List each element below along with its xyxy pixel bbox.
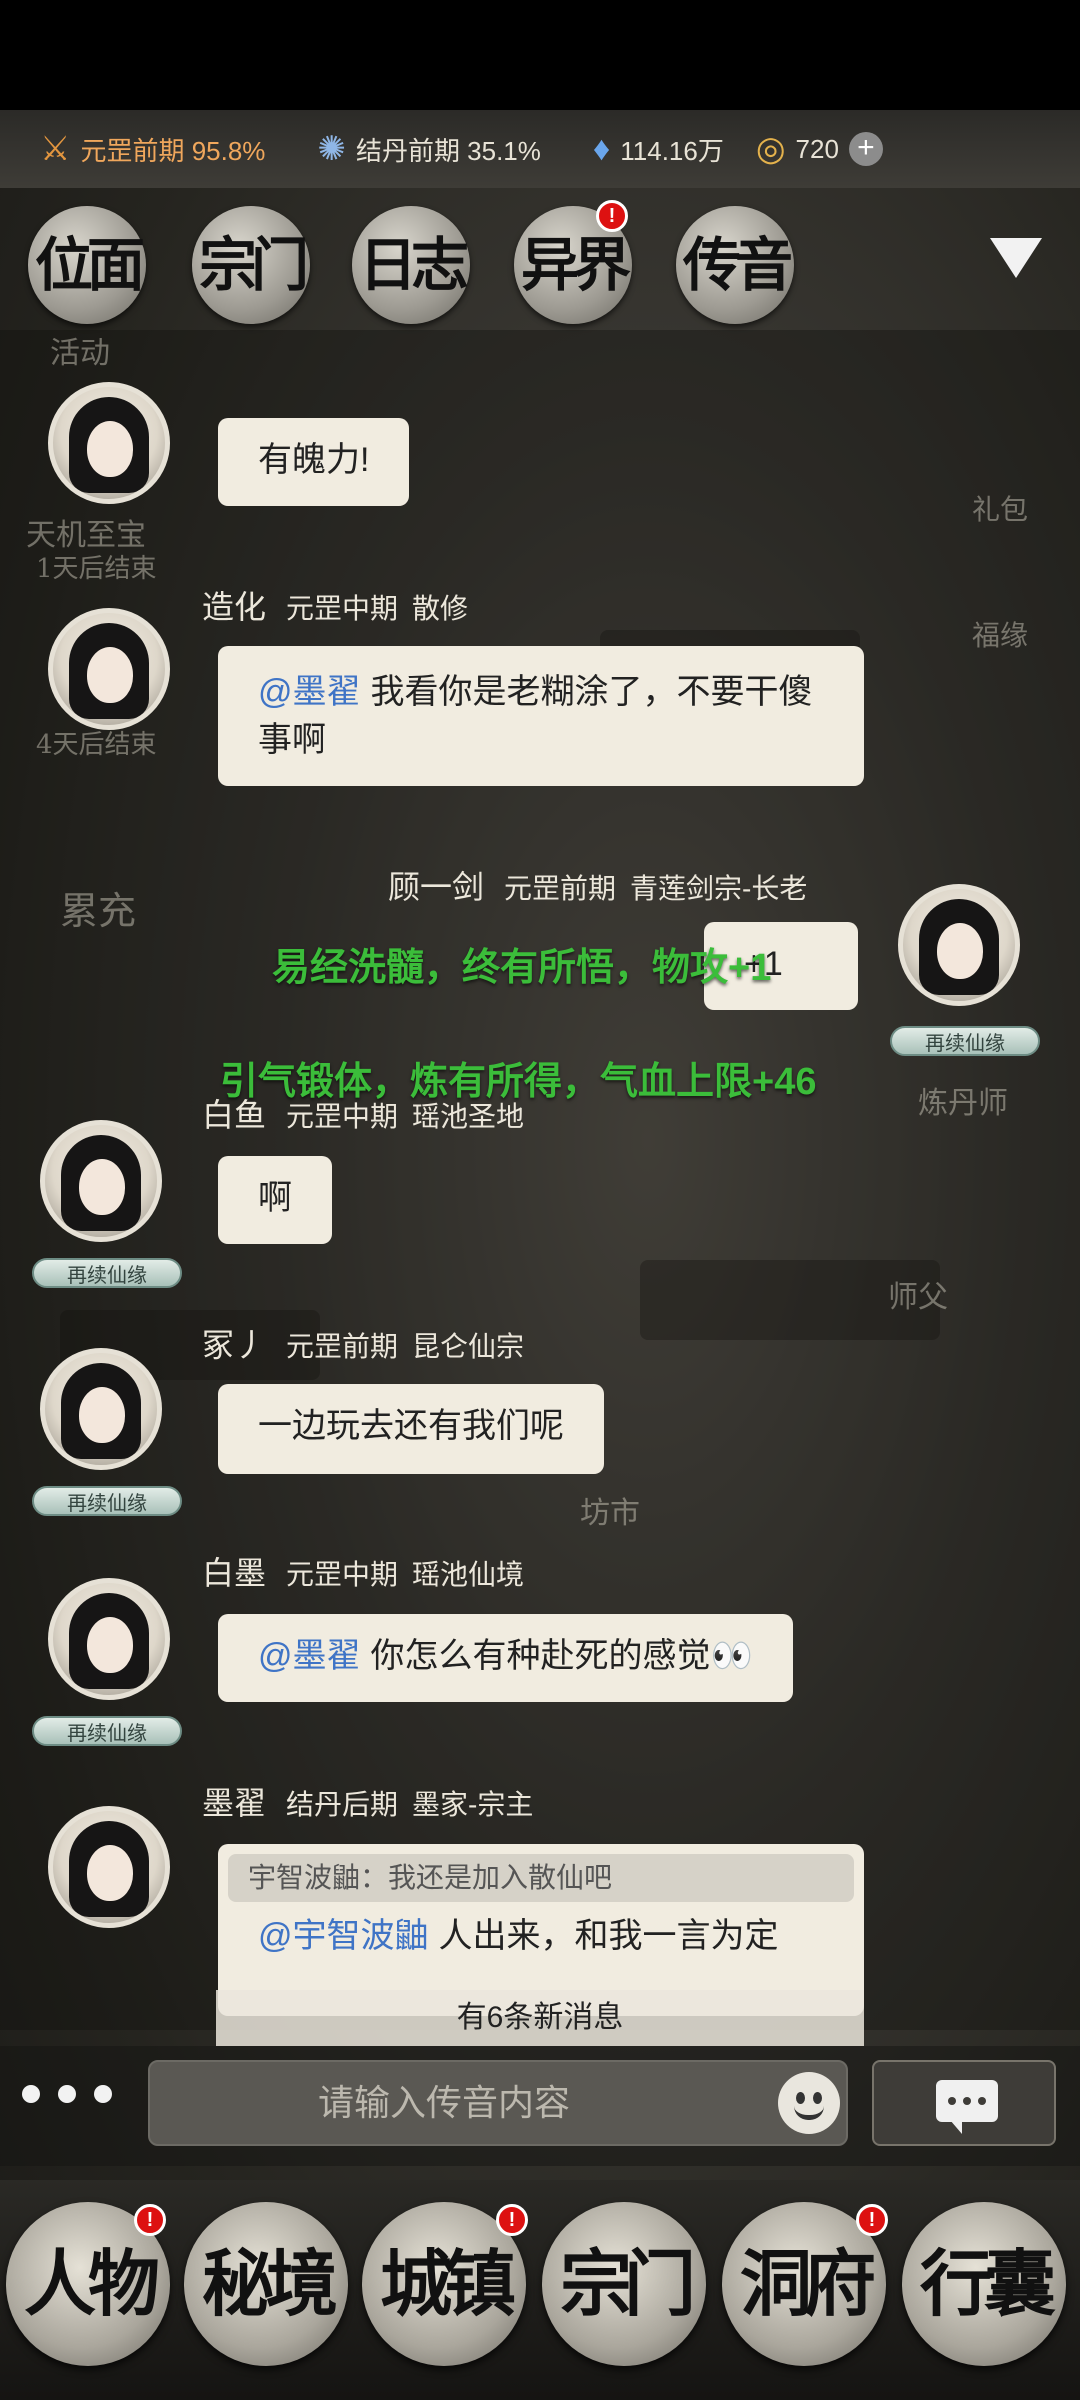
send-button[interactable]: [872, 2060, 1056, 2146]
message-meta: 白墨 元罡中期 瑶池仙境: [202, 1555, 525, 1591]
tab-log[interactable]: 日志: [352, 206, 470, 324]
notification-badge: !: [496, 2204, 528, 2236]
activity-label: 活动: [50, 336, 110, 371]
notification-badge: !: [596, 200, 628, 232]
chat-panel: [0, 330, 1080, 2030]
collapse-arrow-icon[interactable]: [990, 238, 1042, 278]
title-ribbon: 再续仙缘: [32, 1716, 182, 1746]
core-progress: ✺ 结丹前期 35.1%: [317, 130, 541, 168]
title-ribbon: 再续仙缘: [32, 1486, 182, 1516]
message-bubble: @墨翟 我看你是老糊涂了，不要干傻事啊: [218, 646, 864, 786]
emoji-icon[interactable]: [778, 2072, 840, 2134]
quoted-message: 宇智波鼬：我还是加入散仙吧: [228, 1854, 854, 1902]
recharge-label: 累充: [60, 889, 137, 933]
chat-channel-tabs: 位面 宗门 日志 异界 ! 传音: [0, 200, 1080, 330]
sword-icon: ⚔: [40, 130, 71, 168]
nav-secret-realm[interactable]: 秘境: [184, 2202, 348, 2366]
message-bubble: 有魄力!: [218, 418, 410, 506]
fortune-label: 福缘: [972, 619, 1029, 652]
gold-currency: ◎ 720 +: [756, 129, 883, 169]
bottom-navigation: 人物 ! 秘境 城镇 ! 宗门 洞府 ! 行囊: [0, 2180, 1080, 2400]
tianji-end-label: 1天后结束: [36, 554, 157, 584]
tab-plane[interactable]: 位面: [28, 206, 146, 324]
avatar[interactable]: [40, 1348, 162, 1470]
chat-bubble-icon: [936, 2080, 998, 2134]
gift-label: 礼包: [972, 493, 1029, 526]
avatar[interactable]: [48, 1806, 170, 1928]
crystal-icon: ♦: [592, 129, 611, 168]
avatar[interactable]: [40, 1120, 162, 1242]
spirit-stones: ♦ 114.16万: [592, 129, 724, 168]
market-label: 坊市: [580, 1496, 640, 1531]
more-options-icon[interactable]: [22, 2085, 112, 2103]
message-meta: 顾一剑 元罡前期 青莲剑宗-长老: [388, 869, 808, 905]
master-label: 师父: [888, 1280, 948, 1315]
nav-sect[interactable]: 宗门: [542, 2202, 706, 2366]
alchemist-label: 炼丹师: [918, 1086, 1008, 1121]
avatar[interactable]: [48, 608, 170, 730]
status-bar-area: [0, 0, 1080, 110]
coin-icon: ◎: [755, 130, 786, 168]
realm-progress: ⚔ 元罡前期 95.8%: [40, 130, 266, 168]
message-meta: 冢丿 元罡前期 昆仑仙宗: [202, 1327, 525, 1363]
notification-badge: !: [134, 2204, 166, 2236]
tab-transmission[interactable]: 传音: [676, 206, 794, 324]
avatar[interactable]: [48, 1578, 170, 1700]
message-input[interactable]: 请输入传音内容: [148, 2060, 848, 2146]
message-bubble: 啊: [218, 1156, 332, 1244]
message-meta: 白鱼 元罡中期 瑶池圣地: [202, 1097, 525, 1133]
avatar[interactable]: [48, 382, 170, 504]
notification-badge: !: [856, 2204, 888, 2236]
message-meta: 墨翟 结丹后期 墨家-宗主: [202, 1785, 534, 1821]
tab-sect[interactable]: 宗门: [192, 206, 310, 324]
avatar[interactable]: [898, 884, 1020, 1006]
title-ribbon: 再续仙缘: [890, 1026, 1040, 1056]
message-bubble: 一边玩去还有我们呢: [218, 1384, 604, 1474]
cultivation-toast: 易经洗髓，终有所悟，物攻+1: [272, 947, 772, 989]
message-meta: 造化 元罡中期 散修: [202, 589, 469, 625]
new-messages-banner[interactable]: 有6条新消息: [216, 1990, 864, 2046]
title-ribbon: 再续仙缘: [32, 1258, 182, 1288]
message-bubble: @墨翟 你怎么有种赴死的感觉👀: [218, 1614, 793, 1702]
event-end-label: 4天后结束: [36, 730, 157, 760]
add-currency-button[interactable]: +: [848, 132, 883, 166]
resource-bar: ⚔ 元罡前期 95.8% ✺ 结丹前期 35.1% ♦ 114.16万 ◎ 72…: [0, 110, 1080, 188]
nav-inventory[interactable]: 行囊: [902, 2202, 1066, 2366]
fan-icon: ✺: [317, 130, 346, 168]
